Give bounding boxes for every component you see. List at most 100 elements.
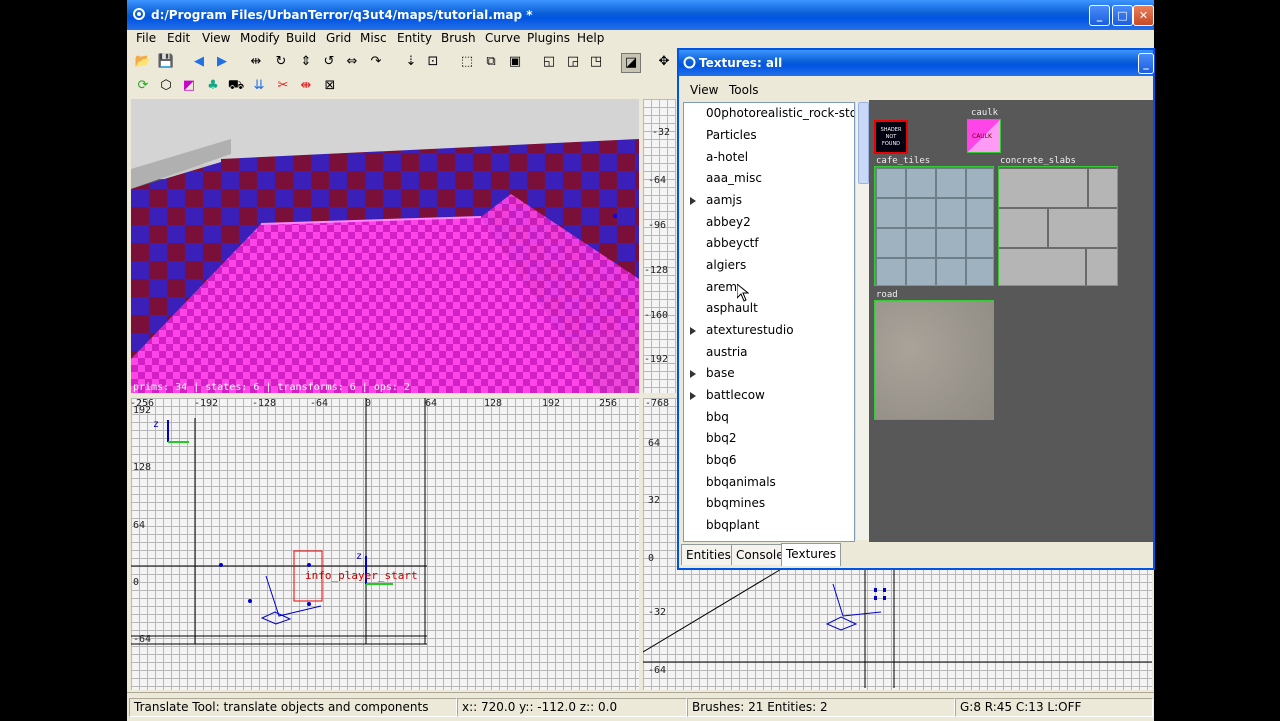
textures-menu-view[interactable]: View xyxy=(690,83,718,97)
window-title: d:/Program Files/UrbanTerror/q3ut4/maps/… xyxy=(151,8,533,22)
csg-merge-icon[interactable]: ⧉ xyxy=(482,53,500,71)
list-item[interactable]: atexturestudio xyxy=(706,323,794,337)
side-ruler-view[interactable]: -32 -64 -96 -128 -160 -192 xyxy=(643,99,676,393)
scrollbar-thumb[interactable] xyxy=(858,102,869,184)
menu-brush[interactable]: Brush xyxy=(441,31,476,45)
textures-window: Textures: all _ View Tools 00photorealis… xyxy=(677,48,1155,570)
shader-label: concrete_slabs xyxy=(1000,156,1076,166)
undo-icon[interactable]: ◀ xyxy=(190,53,208,71)
xy-view[interactable]: -256 -192 -128 -64 0 64 128 192 256 192 … xyxy=(131,398,639,690)
list-item[interactable]: bbq6 xyxy=(706,453,737,467)
list-item[interactable]: bbqmines xyxy=(706,496,765,510)
list-item[interactable]: aamjs xyxy=(706,193,742,207)
save-icon[interactable]: 💾 xyxy=(157,53,175,71)
tab-entities[interactable]: Entities xyxy=(681,544,736,565)
menu-help[interactable]: Help xyxy=(577,31,604,45)
list-item[interactable]: a-hotel xyxy=(706,150,748,164)
hollow-icon[interactable]: ▣ xyxy=(506,53,524,71)
select-touching-icon[interactable]: ⇣ xyxy=(402,53,420,71)
csg-subtract-icon[interactable]: ⬚ xyxy=(458,53,476,71)
menu-build[interactable]: Build xyxy=(286,31,316,45)
list-item[interactable]: battlecow xyxy=(706,388,765,402)
flip-x-icon[interactable]: ⇹ xyxy=(247,53,265,71)
list-item[interactable]: abbey2 xyxy=(706,215,751,229)
camera-icon[interactable]: ⛟ xyxy=(227,77,245,95)
list-item[interactable]: algiers xyxy=(706,258,746,272)
title-bar[interactable]: d:/Program Files/UrbanTerror/q3ut4/maps/… xyxy=(127,0,1154,30)
scale-icon[interactable]: ⊠ xyxy=(321,77,339,95)
caulk-texture-tile[interactable]: CAULK xyxy=(967,119,1001,153)
texture-preview-area[interactable]: SHADER NOT FOUND caulk CAULK cafe_tiles … xyxy=(869,100,1153,542)
menu-misc[interactable]: Misc xyxy=(360,31,387,45)
shader-label: road xyxy=(876,290,898,300)
list-item[interactable]: bbqanimals xyxy=(706,475,776,489)
tab-console[interactable]: Console xyxy=(731,544,789,565)
list-item[interactable]: bbqplant xyxy=(706,518,759,532)
side-ruler-label: -128 xyxy=(644,265,669,276)
side-ruler-label: -32 xyxy=(652,127,671,138)
redo-icon[interactable]: ▶ xyxy=(213,53,231,71)
mouse-cursor-icon xyxy=(737,284,749,302)
view-front-icon[interactable]: ◱ xyxy=(540,53,558,71)
translate-icon[interactable]: ✥ xyxy=(655,53,673,71)
rotate-y-icon[interactable]: ↺ xyxy=(320,53,338,71)
texture-lock-icon[interactable]: ◪ xyxy=(621,53,641,73)
list-item[interactable]: Particles xyxy=(706,128,757,142)
close-icon[interactable]: ✕ xyxy=(1133,5,1154,26)
list-item[interactable]: arem xyxy=(706,280,737,294)
tree-icon[interactable]: ♣ xyxy=(204,77,222,95)
clipper-icon[interactable]: ✂ xyxy=(274,77,292,95)
texture-directory-list[interactable]: 00photorealistic_rock-stone Particles a-… xyxy=(683,102,855,542)
texture-icon[interactable]: ◩ xyxy=(180,77,198,95)
minimize-icon[interactable]: _ xyxy=(1089,5,1110,26)
expand-arrow-icon[interactable] xyxy=(690,392,696,400)
cafe-tiles-texture-tile[interactable] xyxy=(874,166,994,286)
menu-entity[interactable]: Entity xyxy=(397,31,432,45)
list-item[interactable]: 00photorealistic_rock-stone xyxy=(706,106,854,120)
texture-list-scrollbar[interactable] xyxy=(855,102,870,540)
menu-modify[interactable]: Modify xyxy=(240,31,280,45)
menu-bar: File Edit View Modify Build Grid Misc En… xyxy=(127,30,1154,50)
rotate-x-icon[interactable]: ↻ xyxy=(272,53,290,71)
concrete-slabs-texture-tile[interactable] xyxy=(998,166,1118,287)
textures-title-bar[interactable]: Textures: all _ xyxy=(679,50,1154,76)
camera-overlay-text: prims: 34 | states: 6 | transforms: 6 | … xyxy=(133,382,410,393)
textures-minimize-icon[interactable]: _ xyxy=(1138,53,1154,74)
menu-plugins[interactable]: Plugins xyxy=(527,31,570,45)
shader-not-found-tile[interactable]: SHADER NOT FOUND xyxy=(874,120,908,154)
tab-textures[interactable]: Textures xyxy=(781,543,842,566)
flip-y-icon[interactable]: ⇕ xyxy=(297,53,315,71)
road-texture-tile[interactable] xyxy=(874,300,994,420)
caulk-tile-text: CAULK xyxy=(972,133,992,140)
expand-arrow-icon[interactable] xyxy=(690,197,696,205)
menu-view[interactable]: View xyxy=(202,31,230,45)
camera-view[interactable]: prims: 34 | states: 6 | transforms: 6 | … xyxy=(131,99,639,393)
select-inside-icon[interactable]: ⊡ xyxy=(424,53,442,71)
list-item[interactable]: abbeyctf xyxy=(706,236,759,250)
open-icon[interactable]: 📂 xyxy=(134,53,152,71)
xy-axis-label: z xyxy=(356,551,363,562)
view-side-icon[interactable]: ◲ xyxy=(564,53,582,71)
list-item[interactable]: bbq xyxy=(706,410,729,424)
list-item[interactable]: bbq2 xyxy=(706,431,737,445)
menu-edit[interactable]: Edit xyxy=(167,31,190,45)
patch-icon[interactable]: ⬡ xyxy=(157,77,175,95)
menu-grid[interactable]: Grid xyxy=(326,31,351,45)
refresh-icon[interactable]: ⟳ xyxy=(134,77,152,95)
expand-arrow-icon[interactable] xyxy=(690,327,696,335)
rotate-z-icon[interactable]: ↷ xyxy=(367,53,385,71)
menu-file[interactable]: File xyxy=(136,31,156,45)
list-item[interactable]: austria xyxy=(706,345,748,359)
list-item[interactable]: aaa_misc xyxy=(706,171,762,185)
textures-menu-tools[interactable]: Tools xyxy=(729,83,759,97)
list-item[interactable]: asphault xyxy=(706,301,758,315)
menu-curve[interactable]: Curve xyxy=(485,31,520,45)
list-item[interactable]: base xyxy=(706,366,735,380)
maximize-icon[interactable]: □ xyxy=(1112,5,1133,26)
move-down-icon[interactable]: ⇊ xyxy=(250,77,268,95)
split-icon[interactable]: ⇼ xyxy=(297,77,315,95)
expand-arrow-icon[interactable] xyxy=(690,370,696,378)
view-top-icon[interactable]: ◳ xyxy=(587,53,605,71)
side-ruler-label: -160 xyxy=(644,310,669,321)
flip-z-icon[interactable]: ⇔ xyxy=(343,53,361,71)
